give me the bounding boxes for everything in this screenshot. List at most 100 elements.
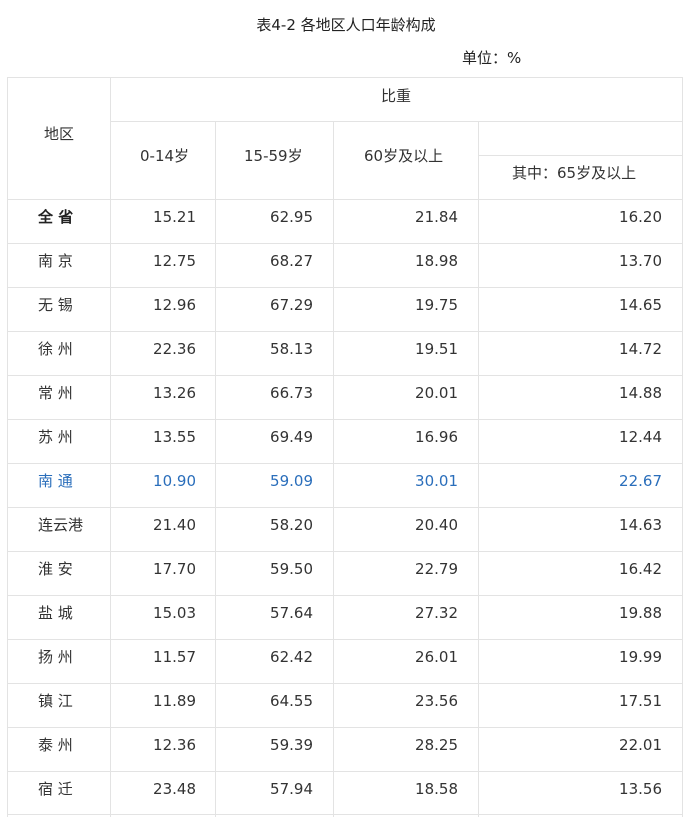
grid-line xyxy=(7,771,683,772)
row-value-c4: 22.67 xyxy=(619,472,662,490)
row-region-label: 连云港 xyxy=(38,516,84,534)
row-value-c3: 18.98 xyxy=(415,252,458,270)
row-value-c1: 23.48 xyxy=(153,780,196,798)
grid-line xyxy=(7,199,683,200)
row-value-c4: 16.20 xyxy=(619,208,662,226)
row-value-c1: 10.90 xyxy=(153,472,196,490)
grid-line xyxy=(478,121,479,817)
grid-line xyxy=(110,77,111,817)
row-value-c1: 12.96 xyxy=(153,296,196,314)
grid-line xyxy=(7,331,683,332)
row-region-label: 无 锡 xyxy=(38,296,73,314)
row-value-c2: 66.73 xyxy=(270,384,313,402)
row-value-c3: 18.58 xyxy=(415,780,458,798)
grid-line xyxy=(7,551,683,552)
header-age-65-plus: 其中：65岁及以上 xyxy=(512,164,637,182)
row-value-c1: 21.40 xyxy=(153,516,196,534)
row-value-c1: 12.36 xyxy=(153,736,196,754)
row-value-c3: 21.84 xyxy=(415,208,458,226)
row-region-label: 常 州 xyxy=(38,384,73,402)
row-region-label: 泰 州 xyxy=(38,736,73,754)
row-region-label: 镇 江 xyxy=(38,692,73,710)
row-value-c2: 68.27 xyxy=(270,252,313,270)
row-value-c3: 22.79 xyxy=(415,560,458,578)
row-region-label: 南 通 xyxy=(38,472,73,490)
unit-label: 单位：% xyxy=(462,49,522,67)
grid-line xyxy=(333,121,334,817)
row-region-label: 徐 州 xyxy=(38,340,73,358)
row-value-c4: 14.72 xyxy=(619,340,662,358)
row-value-c2: 59.09 xyxy=(270,472,313,490)
row-value-c3: 19.75 xyxy=(415,296,458,314)
row-value-c3: 30.01 xyxy=(415,472,458,490)
row-value-c2: 59.39 xyxy=(270,736,313,754)
row-value-c2: 58.20 xyxy=(270,516,313,534)
row-value-c1: 12.75 xyxy=(153,252,196,270)
row-region-label: 宿 迁 xyxy=(38,780,73,798)
row-value-c4: 16.42 xyxy=(619,560,662,578)
row-value-c2: 62.42 xyxy=(270,648,313,666)
row-region-label: 扬 州 xyxy=(38,648,73,666)
header-age-60-plus: 60岁及以上 xyxy=(364,147,444,165)
header-age-0-14: 0-14岁 xyxy=(140,147,190,165)
header-age-15-59: 15-59岁 xyxy=(244,147,303,165)
row-value-c1: 13.26 xyxy=(153,384,196,402)
grid-line xyxy=(7,814,683,815)
grid-line xyxy=(7,683,683,684)
row-region-label: 淮 安 xyxy=(38,560,73,578)
grid-line xyxy=(7,287,683,288)
grid-line xyxy=(7,595,683,596)
row-value-c1: 22.36 xyxy=(153,340,196,358)
table-title: 表4-2 各地区人口年龄构成 xyxy=(256,16,436,34)
row-value-c4: 19.99 xyxy=(619,648,662,666)
row-value-c4: 13.70 xyxy=(619,252,662,270)
table-frame xyxy=(7,77,683,817)
row-value-c3: 23.56 xyxy=(415,692,458,710)
row-value-c3: 27.32 xyxy=(415,604,458,622)
row-value-c2: 58.13 xyxy=(270,340,313,358)
row-value-c2: 59.50 xyxy=(270,560,313,578)
row-value-c3: 28.25 xyxy=(415,736,458,754)
header-ratio: 比重 xyxy=(381,87,412,105)
row-value-c3: 16.96 xyxy=(415,428,458,446)
row-value-c1: 11.89 xyxy=(153,692,196,710)
row-value-c2: 57.64 xyxy=(270,604,313,622)
row-value-c2: 64.55 xyxy=(270,692,313,710)
row-region-label: 全 省 xyxy=(38,208,74,226)
row-value-c1: 13.55 xyxy=(153,428,196,446)
row-value-c2: 62.95 xyxy=(270,208,313,226)
row-value-c1: 17.70 xyxy=(153,560,196,578)
row-value-c1: 11.57 xyxy=(153,648,196,666)
row-value-c4: 17.51 xyxy=(619,692,662,710)
grid-line xyxy=(7,639,683,640)
grid-line xyxy=(478,155,683,156)
row-value-c3: 20.40 xyxy=(415,516,458,534)
row-value-c4: 14.65 xyxy=(619,296,662,314)
row-region-label: 南 京 xyxy=(38,252,73,270)
row-value-c4: 14.63 xyxy=(619,516,662,534)
grid-line xyxy=(7,375,683,376)
row-value-c1: 15.03 xyxy=(153,604,196,622)
row-value-c2: 67.29 xyxy=(270,296,313,314)
grid-line xyxy=(110,121,683,122)
row-value-c3: 26.01 xyxy=(415,648,458,666)
row-value-c4: 22.01 xyxy=(619,736,662,754)
row-value-c1: 15.21 xyxy=(153,208,196,226)
row-region-label: 盐 城 xyxy=(38,604,73,622)
row-value-c3: 20.01 xyxy=(415,384,458,402)
row-value-c4: 13.56 xyxy=(619,780,662,798)
row-value-c4: 19.88 xyxy=(619,604,662,622)
row-region-label: 苏 州 xyxy=(38,428,73,446)
row-value-c2: 57.94 xyxy=(270,780,313,798)
grid-line xyxy=(215,121,216,817)
row-value-c2: 69.49 xyxy=(270,428,313,446)
grid-line xyxy=(7,507,683,508)
header-region: 地区 xyxy=(44,125,75,143)
grid-line xyxy=(7,463,683,464)
row-value-c4: 14.88 xyxy=(619,384,662,402)
row-value-c4: 12.44 xyxy=(619,428,662,446)
row-value-c3: 19.51 xyxy=(415,340,458,358)
grid-line xyxy=(7,727,683,728)
grid-line xyxy=(7,419,683,420)
grid-line xyxy=(7,243,683,244)
